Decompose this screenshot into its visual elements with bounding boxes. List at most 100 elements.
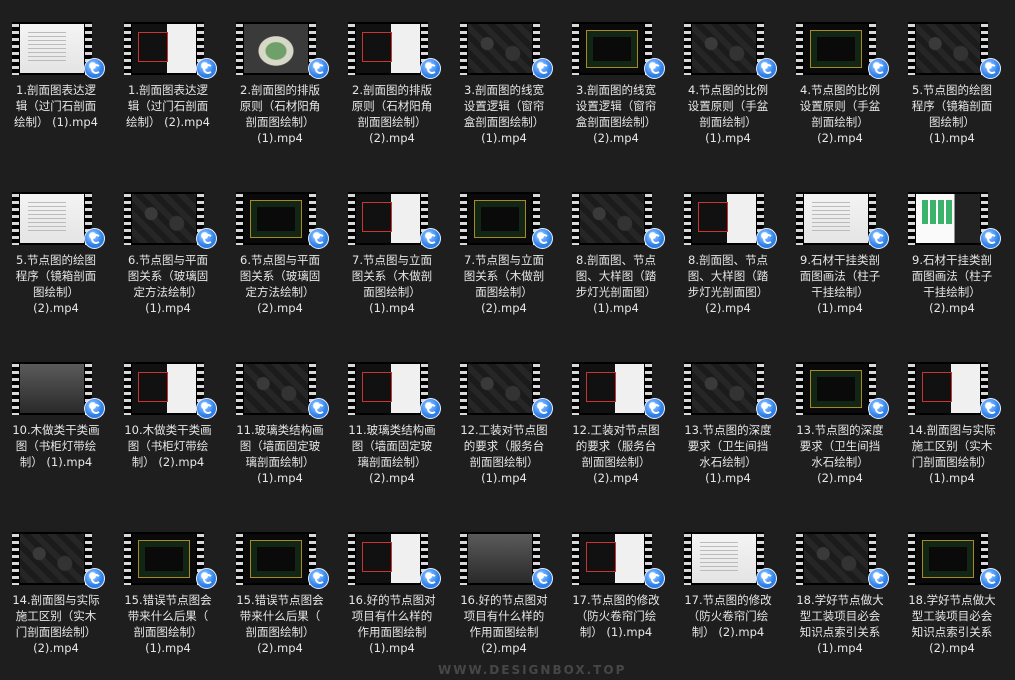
file-name-label: 9.石材干挂类剖 面图画法（柱子 干挂绘制） (2).mp4 bbox=[911, 253, 993, 315]
video-thumbnail bbox=[124, 362, 204, 415]
video-file-item[interactable]: 8.剖面图、节点 图、大样图（踏 步灯光剖面图） (2).mp4 bbox=[672, 170, 784, 330]
video-file-item[interactable]: 16.好的节点图对 项目有什么样的 作用面图绘制 (2).mp4 bbox=[448, 510, 560, 670]
video-file-item[interactable]: 11.玻璃类结构画 图（墙面固定玻 璃剖面绘制） (1).mp4 bbox=[224, 340, 336, 500]
video-file-item[interactable]: 2.剖面图的排版 原则（石材阳角 剖面图绘制） (2).mp4 bbox=[336, 0, 448, 160]
video-file-item[interactable]: 10.木做类干类画 图（书柜灯带绘 制） (1).mp4 bbox=[0, 340, 112, 500]
video-file-item[interactable]: 18.学好节点做大 型工装项目必会 知识点索引关系 (1).mp4 bbox=[784, 510, 896, 670]
video-file-item[interactable]: 7.节点图与立面 图关系（木做剖 面图绘制） (2).mp4 bbox=[448, 170, 560, 330]
video-file-item[interactable]: 8.剖面图、节点 图、大样图（踏 步灯光剖面图） (1).mp4 bbox=[560, 170, 672, 330]
video-file-item[interactable]: 3.剖面图的线宽 设置逻辑（窗帘 盒剖面图绘制） (1).mp4 bbox=[448, 0, 560, 160]
thumbnail-preview bbox=[916, 534, 980, 583]
thumbnail-preview bbox=[804, 534, 868, 583]
video-file-item[interactable]: 18.学好节点做大 型工装项目必会 知识点索引关系 (2).mp4 bbox=[896, 510, 1008, 670]
thumbnail-preview bbox=[692, 24, 756, 73]
file-name-label: 2.剖面图的排版 原则（石材阳角 剖面图绘制） (2).mp4 bbox=[351, 83, 433, 145]
file-name-label: 1.剖面图表达逻 辑（过门石剖面 绘制） (1).mp4 bbox=[14, 83, 98, 129]
video-file-item[interactable]: 14.剖面图与实际 施工区别（实木 门剖面图绘制） (2).mp4 bbox=[0, 510, 112, 670]
file-name-label: 3.剖面图的线宽 设置逻辑（窗帘 盒剖面图绘制） (1).mp4 bbox=[463, 83, 545, 145]
thumbnail-preview bbox=[804, 194, 868, 243]
video-file-item[interactable]: 13.节点图的深度 要求（卫生间挡 水石绘制） (2).mp4 bbox=[784, 340, 896, 500]
video-file-item[interactable]: 5.节点图的绘图 程序（镜箱剖面 图绘制） (2).mp4 bbox=[0, 170, 112, 330]
video-thumbnail bbox=[236, 532, 316, 585]
video-thumbnail bbox=[796, 22, 876, 75]
video-file-item[interactable]: 6.节点图与平面 图关系（玻璃固 定方法绘制） (2).mp4 bbox=[224, 170, 336, 330]
file-name-label: 13.节点图的深度 要求（卫生间挡 水石绘制） (2).mp4 bbox=[796, 423, 884, 485]
thumbnail-preview bbox=[356, 534, 420, 583]
thumbnail-preview bbox=[580, 194, 644, 243]
video-file-item[interactable]: 5.节点图的绘图 程序（镜箱剖面 图绘制） (1).mp4 bbox=[896, 0, 1008, 160]
player-app-icon bbox=[644, 58, 665, 79]
video-thumbnail bbox=[124, 192, 204, 245]
video-thumbnail bbox=[908, 362, 988, 415]
player-app-icon bbox=[308, 568, 329, 589]
thumbnail-preview bbox=[692, 534, 756, 583]
player-app-icon bbox=[644, 568, 665, 589]
video-thumbnail bbox=[236, 362, 316, 415]
file-name-label: 9.石材干挂类剖 面图画法（柱子 干挂绘制） (1).mp4 bbox=[799, 253, 881, 315]
video-file-item[interactable]: 6.节点图与平面 图关系（玻璃固 定方法绘制） (1).mp4 bbox=[112, 170, 224, 330]
video-file-item[interactable]: 9.石材干挂类剖 面图画法（柱子 干挂绘制） (2).mp4 bbox=[896, 170, 1008, 330]
player-app-icon bbox=[756, 58, 777, 79]
video-thumbnail bbox=[124, 532, 204, 585]
file-name-label: 7.节点图与立面 图关系（木做剖 面图绘制） (2).mp4 bbox=[463, 253, 545, 315]
video-file-item[interactable]: 3.剖面图的线宽 设置逻辑（窗帘 盒剖面图绘制） (2).mp4 bbox=[560, 0, 672, 160]
video-file-item[interactable]: 9.石材干挂类剖 面图画法（柱子 干挂绘制） (1).mp4 bbox=[784, 170, 896, 330]
video-file-item[interactable]: 15.错误节点图会 带来什么后果（ 剖面图绘制） (1).mp4 bbox=[112, 510, 224, 670]
thumbnail-preview bbox=[132, 194, 196, 243]
video-file-item[interactable]: 12.工装对节点图 的要求（服务台 剖面图绘制） (2).mp4 bbox=[560, 340, 672, 500]
thumbnail-preview bbox=[244, 534, 308, 583]
video-thumbnail bbox=[684, 362, 764, 415]
player-app-icon bbox=[756, 568, 777, 589]
thumbnail-preview bbox=[244, 194, 308, 243]
file-name-label: 12.工装对节点图 的要求（服务台 剖面图绘制） (1).mp4 bbox=[460, 423, 548, 485]
video-file-item[interactable]: 14.剖面图与实际 施工区别（实木 门剖面图绘制） (1).mp4 bbox=[896, 340, 1008, 500]
video-file-item[interactable]: 4.节点图的比例 设置原则（手盆 剖面绘制） (2).mp4 bbox=[784, 0, 896, 160]
file-name-label: 6.节点图与平面 图关系（玻璃固 定方法绘制） (1).mp4 bbox=[127, 253, 209, 315]
file-name-label: 15.错误节点图会 带来什么后果（ 剖面图绘制） (2).mp4 bbox=[236, 593, 324, 655]
video-thumbnail bbox=[348, 22, 428, 75]
video-thumbnail bbox=[348, 362, 428, 415]
video-thumbnail bbox=[908, 22, 988, 75]
video-file-item[interactable]: 1.剖面图表达逻 辑（过门石剖面 绘制） (2).mp4 bbox=[112, 0, 224, 160]
file-name-label: 16.好的节点图对 项目有什么样的 作用面图绘制 (2).mp4 bbox=[460, 593, 548, 655]
player-app-icon bbox=[196, 58, 217, 79]
thumbnail-preview bbox=[692, 364, 756, 413]
video-thumbnail bbox=[460, 192, 540, 245]
video-file-item[interactable]: 4.节点图的比例 设置原则（手盆 剖面绘制） (1).mp4 bbox=[672, 0, 784, 160]
video-file-item[interactable]: 17.节点图的修改 （防火卷帘门绘 制） (2).mp4 bbox=[672, 510, 784, 670]
player-app-icon bbox=[308, 58, 329, 79]
video-thumbnail bbox=[796, 532, 876, 585]
player-app-icon bbox=[868, 568, 889, 589]
thumbnail-preview bbox=[20, 194, 84, 243]
thumbnail-preview bbox=[20, 534, 84, 583]
file-name-label: 5.节点图的绘图 程序（镜箱剖面 图绘制） (2).mp4 bbox=[15, 253, 97, 315]
thumbnail-preview bbox=[692, 194, 756, 243]
video-file-item[interactable]: 11.玻璃类结构画 图（墙面固定玻 璃剖面绘制） (2).mp4 bbox=[336, 340, 448, 500]
thumbnail-preview bbox=[132, 24, 196, 73]
thumbnail-preview bbox=[356, 24, 420, 73]
video-file-item[interactable]: 17.节点图的修改 （防火卷帘门绘 制） (1).mp4 bbox=[560, 510, 672, 670]
file-name-label: 7.节点图与立面 图关系（木做剖 面图绘制） (1).mp4 bbox=[351, 253, 433, 315]
video-file-item[interactable]: 10.木做类干类画 图（书柜灯带绘 制） (2).mp4 bbox=[112, 340, 224, 500]
file-name-label: 10.木做类干类画 图（书柜灯带绘 制） (1).mp4 bbox=[12, 423, 100, 469]
file-name-label: 11.玻璃类结构画 图（墙面固定玻 璃剖面绘制） (2).mp4 bbox=[348, 423, 436, 485]
file-name-label: 2.剖面图的排版 原则（石材阳角 剖面图绘制） (1).mp4 bbox=[239, 83, 321, 145]
player-app-icon bbox=[420, 398, 441, 419]
file-name-label: 17.节点图的修改 （防火卷帘门绘 制） (1).mp4 bbox=[572, 593, 660, 639]
video-file-item[interactable]: 2.剖面图的排版 原则（石材阳角 剖面图绘制） (1).mp4 bbox=[224, 0, 336, 160]
file-name-label: 16.好的节点图对 项目有什么样的 作用面图绘制 (1).mp4 bbox=[348, 593, 436, 655]
video-file-item[interactable]: 1.剖面图表达逻 辑（过门石剖面 绘制） (1).mp4 bbox=[0, 0, 112, 160]
video-file-item[interactable]: 12.工装对节点图 的要求（服务台 剖面图绘制） (1).mp4 bbox=[448, 340, 560, 500]
video-thumbnail bbox=[796, 192, 876, 245]
video-file-item[interactable]: 15.错误节点图会 带来什么后果（ 剖面图绘制） (2).mp4 bbox=[224, 510, 336, 670]
video-thumbnail bbox=[908, 532, 988, 585]
thumbnail-preview bbox=[580, 364, 644, 413]
video-file-item[interactable]: 16.好的节点图对 项目有什么样的 作用面图绘制 (1).mp4 bbox=[336, 510, 448, 670]
thumbnail-preview bbox=[132, 364, 196, 413]
video-file-item[interactable]: 7.节点图与立面 图关系（木做剖 面图绘制） (1).mp4 bbox=[336, 170, 448, 330]
video-file-item[interactable]: 13.节点图的深度 要求（卫生间挡 水石绘制） (1).mp4 bbox=[672, 340, 784, 500]
file-name-label: 18.学好节点做大 型工装项目必会 知识点索引关系 (2).mp4 bbox=[908, 593, 996, 655]
file-name-label: 14.剖面图与实际 施工区别（实木 门剖面图绘制） (1).mp4 bbox=[908, 423, 996, 485]
file-name-label: 4.节点图的比例 设置原则（手盆 剖面绘制） (2).mp4 bbox=[799, 83, 881, 145]
player-app-icon bbox=[84, 58, 105, 79]
